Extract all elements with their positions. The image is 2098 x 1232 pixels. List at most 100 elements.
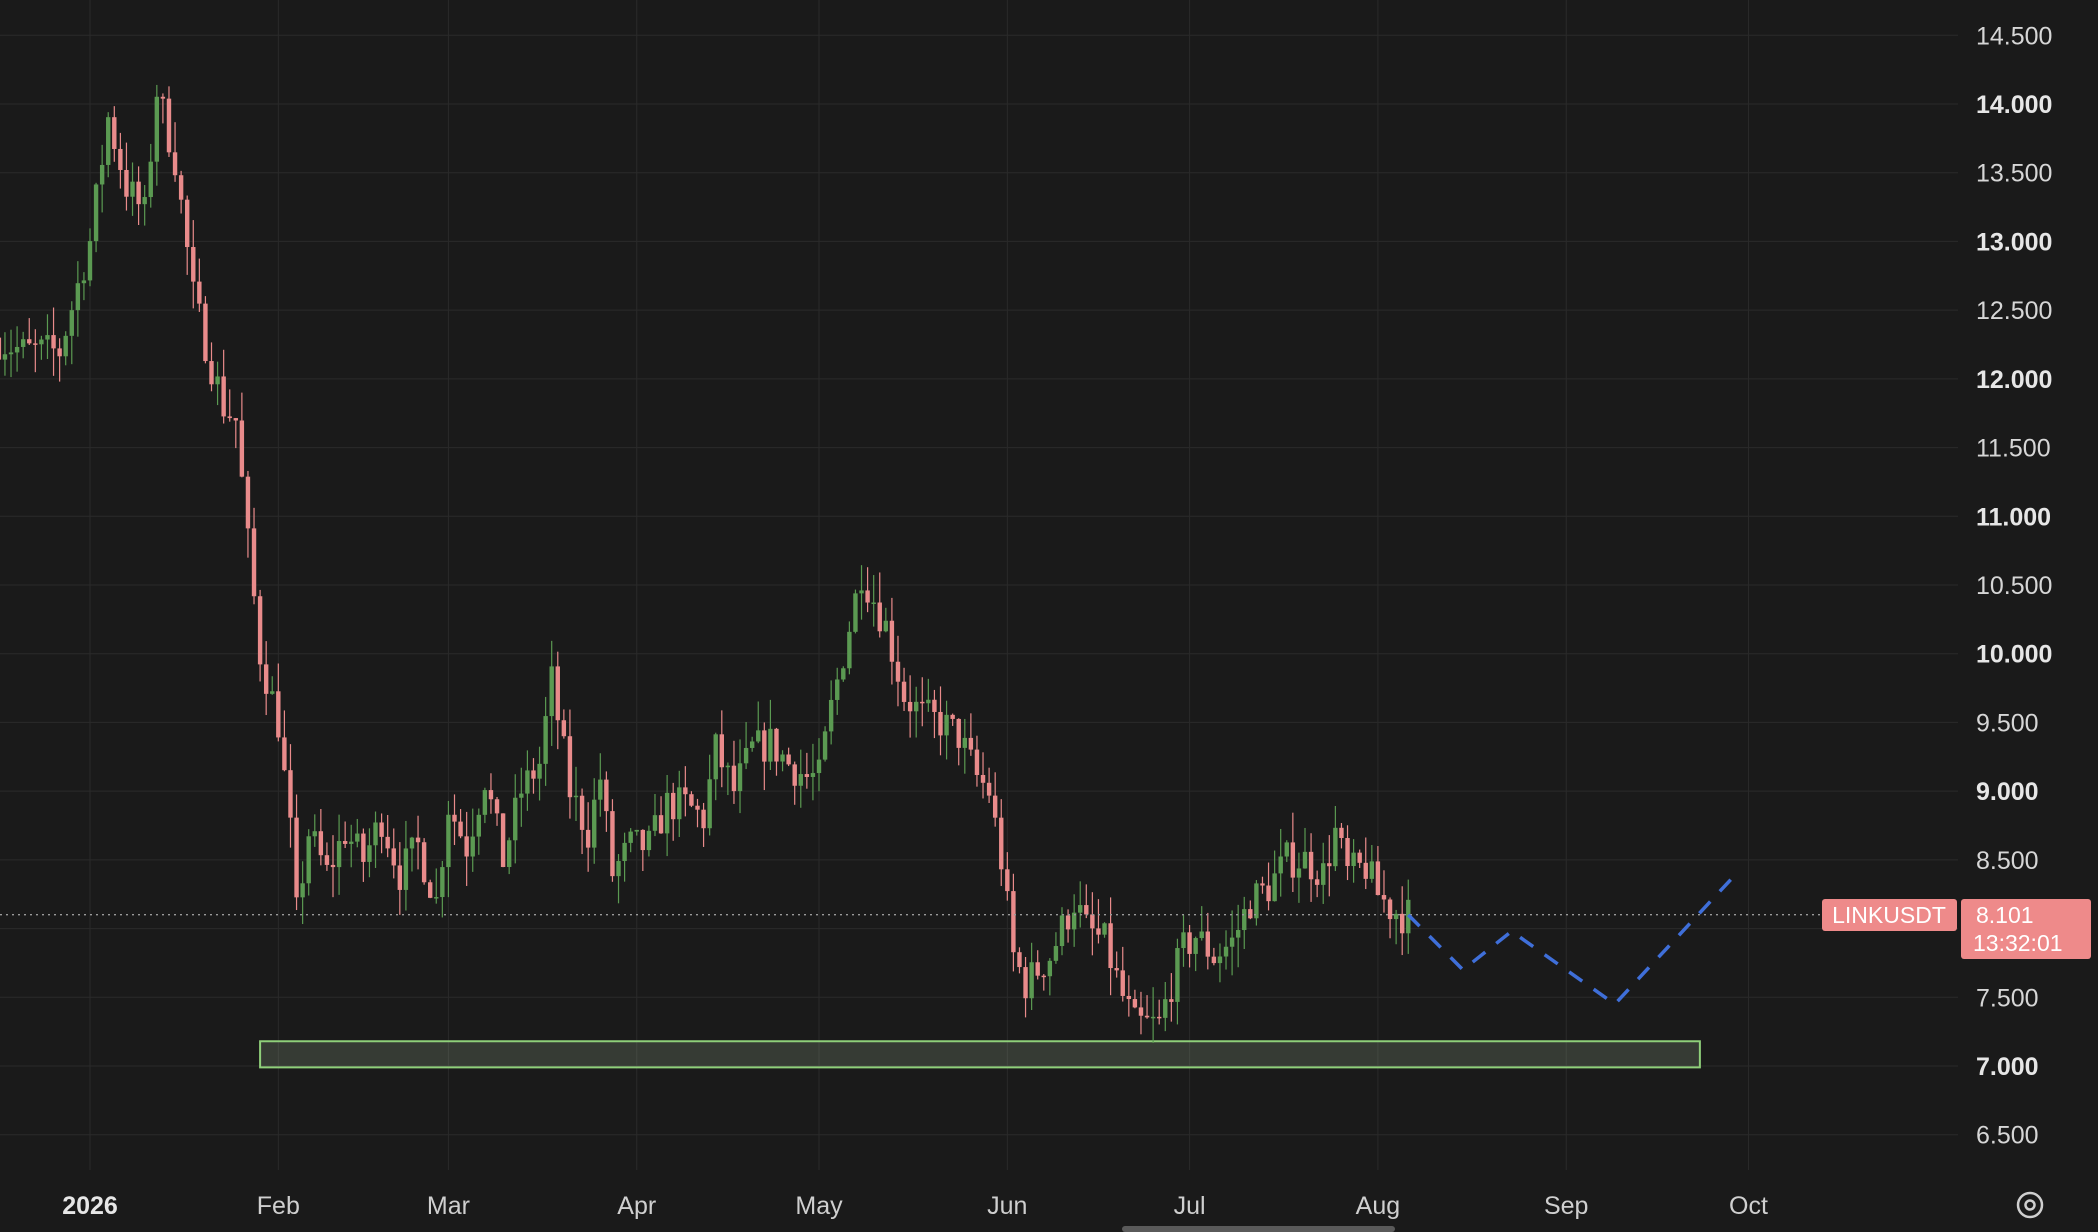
x-axis[interactable]: 2026 Feb Mar Apr May Jun Jul Aug Sep Oct [62, 1192, 1768, 1220]
candle-body [1017, 952, 1022, 968]
candle [379, 813, 384, 854]
settings-gear-icon[interactable] [2016, 1191, 2044, 1219]
candle-body [227, 416, 232, 419]
candle-body [1169, 999, 1174, 1002]
candle [14, 326, 20, 372]
x-tick-label: Aug [1356, 1192, 1400, 1220]
candle-body [148, 161, 153, 198]
candle-body [999, 817, 1004, 870]
candle-body [178, 175, 184, 200]
candle [1078, 881, 1083, 928]
candle [780, 750, 785, 772]
y-tick-label: 7.500 [1976, 984, 2039, 1012]
candle-body [561, 720, 567, 737]
candle-body [853, 593, 858, 632]
candle-body [63, 335, 68, 357]
candle [519, 767, 524, 827]
candle-body [1351, 852, 1356, 867]
candle-body [749, 741, 755, 748]
candle [1084, 884, 1089, 919]
candle-body [1308, 851, 1314, 880]
candle-body [1199, 931, 1204, 939]
candle-body [385, 836, 390, 849]
candle-body [75, 283, 81, 311]
candle [2, 332, 8, 376]
candle-body [695, 805, 700, 810]
time-scrollbar-handle[interactable] [1122, 1226, 1395, 1232]
candle-body [786, 754, 791, 765]
candle-body [1090, 914, 1095, 929]
candle-body [373, 822, 378, 846]
candle [464, 811, 469, 886]
candle [87, 228, 93, 287]
candle-body [1096, 928, 1101, 935]
candle-body [409, 837, 415, 849]
support-zone-rect[interactable] [259, 1040, 1701, 1069]
candle [361, 828, 366, 882]
candle [598, 753, 603, 817]
candle-body [294, 817, 299, 898]
forecast-dashed-path[interactable] [1407, 872, 1738, 1007]
candle [822, 726, 828, 762]
candle-body [288, 770, 293, 818]
candle-body [604, 779, 609, 812]
candle-body [99, 164, 105, 185]
candle [585, 802, 591, 872]
y-tick-label: 9.000 [1976, 778, 2039, 806]
candle [1114, 951, 1119, 978]
candle-body [1333, 827, 1338, 867]
candle [482, 787, 488, 824]
candle [968, 713, 974, 756]
candle [774, 727, 779, 776]
y-axis[interactable]: 14.500 14.000 13.500 13.000 12.500 12.000 11.5… [1976, 22, 2052, 1149]
candle-body [1023, 967, 1028, 999]
candle-body [567, 736, 573, 798]
candle [494, 796, 500, 826]
candle-body [1005, 869, 1010, 892]
candle-body [671, 792, 676, 820]
candle [112, 106, 117, 162]
candle-body [1260, 883, 1265, 886]
last-price-tag: LINKUSDT 8.101 13:32:01 [1822, 899, 2091, 959]
candle-body [361, 833, 366, 862]
candle [865, 567, 870, 613]
candle-body [1296, 868, 1302, 878]
candle-body [1248, 909, 1253, 919]
candle [725, 762, 731, 796]
candle [616, 854, 621, 904]
candle [330, 835, 336, 898]
candle [1369, 845, 1375, 883]
candle [731, 740, 737, 804]
candle [1302, 827, 1308, 869]
candle-body [980, 774, 986, 783]
candle-body [968, 737, 974, 750]
candle [1375, 846, 1381, 896]
candle [1157, 999, 1162, 1025]
candle-body [780, 754, 785, 762]
candle [1321, 842, 1326, 904]
candle-body [434, 897, 439, 899]
candle-body [330, 864, 336, 868]
y-tick-label: 10.000 [1976, 641, 2052, 669]
candle [835, 667, 840, 715]
candle [166, 86, 172, 157]
candle-body [1053, 946, 1059, 961]
candle-body [1302, 851, 1308, 869]
x-tick-label: Feb [257, 1192, 300, 1220]
candle-body [1138, 1007, 1144, 1016]
candle [1387, 897, 1393, 939]
candle-body [1284, 842, 1289, 857]
candle-body [1242, 909, 1247, 931]
candle [567, 709, 573, 819]
candle [1035, 950, 1040, 980]
candle-body [470, 836, 475, 857]
candle [1242, 896, 1247, 950]
candle-body [166, 98, 172, 153]
candle [136, 166, 141, 225]
price-chart[interactable]: 14.500 14.000 13.500 13.000 12.500 12.000 11.5… [0, 0, 2098, 1232]
candle [306, 829, 311, 896]
candle-body [1387, 899, 1393, 920]
candlestick-chart-svg[interactable]: 14.500 14.000 13.500 13.000 12.500 12.000 11.5… [0, 0, 2098, 1232]
candle-body [725, 765, 731, 768]
y-tick-label: 8.500 [1976, 847, 2039, 875]
